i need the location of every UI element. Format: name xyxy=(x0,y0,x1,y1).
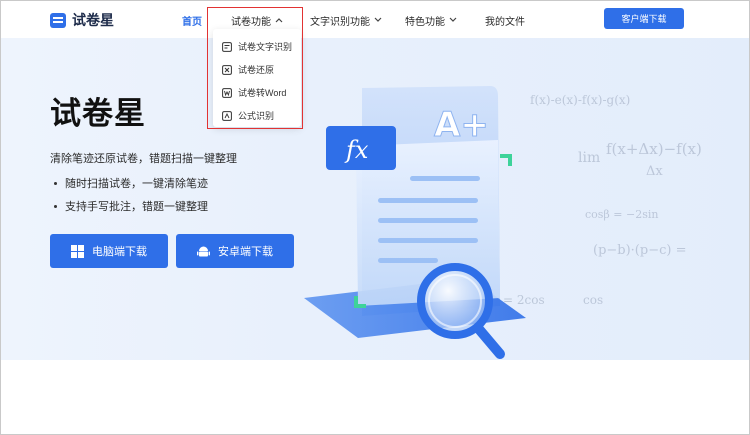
nav-item-label: 试卷功能 xyxy=(231,17,271,28)
bg-formula: (p−b)·(p−c) = xyxy=(593,243,687,258)
nav-item-label: 文字识别功能 xyxy=(310,17,370,28)
nav-item-special-features[interactable]: 特色功能 xyxy=(405,13,457,28)
bg-formula: Δx xyxy=(646,164,663,179)
list-item-text: 支持手写批注，错题一键整理 xyxy=(65,201,208,213)
bg-formula: f(x)-e(x)-f(x)-g(x) xyxy=(530,93,631,107)
dropdown-item-label: 试卷还原 xyxy=(238,65,275,75)
bg-formula: lim xyxy=(578,150,601,166)
doc-word-icon xyxy=(222,87,232,98)
list-item-text: 随时扫描试卷，一键清除笔迹 xyxy=(65,178,208,190)
dropdown-item-formula-ocr[interactable]: 公式识别 xyxy=(213,104,301,127)
bg-formula: f(x+Δx)−f(x) xyxy=(606,140,702,158)
nav-item-my-files[interactable]: 我的文件 xyxy=(485,13,525,28)
chevron-down-icon xyxy=(374,17,382,25)
android-icon xyxy=(197,245,210,258)
client-download-button[interactable]: 客户端下载 xyxy=(604,8,684,29)
android-download-label: 安卓端下载 xyxy=(218,246,273,258)
formula-icon xyxy=(222,110,232,121)
nav-item-ocr-features[interactable]: 文字识别功能 xyxy=(310,13,382,28)
bullet-dot-icon xyxy=(54,204,57,208)
top-header: 试卷星 首页 试卷功能 文字识别功能 特色功能 我的文件 客户端下载 xyxy=(0,0,750,38)
feature-list: 随时扫描试卷，一键清除笔迹 支持手写批注，错题一键整理 xyxy=(54,175,208,221)
nav-item-label: 我的文件 xyxy=(485,17,525,28)
dropdown-item-exam-restore[interactable]: 试卷还原 xyxy=(213,58,301,81)
hero-subtitle: 清除笔迹还原试卷，错题扫描一键整理 xyxy=(50,153,237,165)
nav-item-label: 特色功能 xyxy=(405,17,445,28)
bg-formula: cosβ = −2sin xyxy=(585,208,659,221)
lower-section xyxy=(0,360,750,435)
pc-download-button[interactable]: 电脑端下载 xyxy=(50,234,168,268)
doc-text-icon xyxy=(222,41,232,52)
dropdown-item-label: 公式识别 xyxy=(238,111,275,121)
dropdown-item-label: 试卷文字识别 xyxy=(238,42,293,52)
dropdown-item-exam-to-word[interactable]: 试卷转Word xyxy=(213,81,301,104)
grade-label: A+ xyxy=(434,105,489,145)
dropdown-item-exam-ocr[interactable]: 试卷文字识别 xyxy=(213,35,301,58)
nav-item-label: 首页 xyxy=(182,17,202,28)
hero-section: f(x)-e(x)-f(x)-g(x) f(x+Δx)−f(x) lim Δx … xyxy=(0,38,750,360)
bullet-dot-icon xyxy=(54,181,57,185)
android-download-button[interactable]: 安卓端下载 xyxy=(176,234,294,268)
fx-label: fx xyxy=(344,136,369,164)
exam-features-dropdown: 试卷文字识别 试卷还原 试卷转Word 公式识别 xyxy=(213,29,301,127)
doc-restore-icon xyxy=(222,64,232,75)
pc-download-label: 电脑端下载 xyxy=(92,246,147,258)
document-scan-illustration: A+ fx xyxy=(304,86,526,359)
nav-item-exam-features[interactable]: 试卷功能 xyxy=(231,13,283,28)
chevron-down-icon xyxy=(449,17,457,25)
hero-illustration: A+ fx xyxy=(300,66,530,360)
bg-formula: cos xyxy=(583,293,604,307)
list-item: 支持手写批注，错题一键整理 xyxy=(54,198,208,214)
windows-icon xyxy=(71,244,84,258)
dropdown-item-label: 试卷转Word xyxy=(238,88,287,98)
list-item: 随时扫描试卷，一键清除笔迹 xyxy=(54,175,208,191)
hero-title: 试卷星 xyxy=(50,96,146,131)
nav-item-home[interactable]: 首页 xyxy=(182,13,202,28)
chevron-up-icon xyxy=(275,17,283,25)
